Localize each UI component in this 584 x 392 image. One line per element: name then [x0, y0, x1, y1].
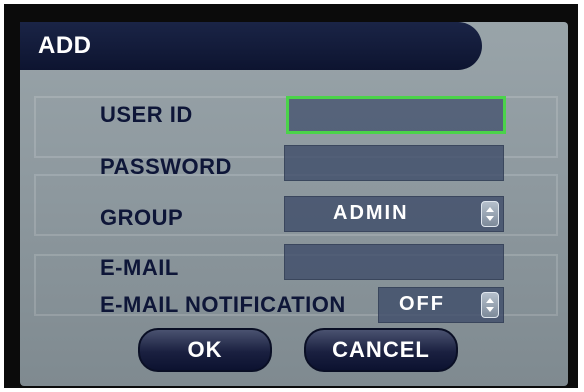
group-value: ADMIN — [333, 202, 409, 224]
email-notification-value: OFF — [399, 293, 445, 315]
dialog-title: ADD — [38, 32, 92, 59]
email-notification-select[interactable]: OFF — [378, 287, 504, 323]
email-label: E-MAIL — [100, 255, 179, 280]
group-label: GROUP — [100, 205, 184, 230]
up-down-spinner-icon[interactable] — [481, 292, 499, 318]
cancel-button[interactable]: CANCEL — [304, 328, 458, 372]
user-id-input[interactable] — [286, 96, 506, 134]
group-select[interactable]: ADMIN — [284, 196, 504, 232]
dialog-frame: ADD USER ID PASSWORD GROUP ADMIN E-MAIL … — [4, 4, 578, 388]
password-input[interactable] — [284, 145, 504, 181]
ok-button[interactable]: OK — [138, 328, 272, 372]
user-id-label: USER ID — [100, 102, 193, 127]
email-input[interactable] — [284, 244, 504, 280]
up-down-spinner-icon[interactable] — [481, 201, 499, 227]
password-label: PASSWORD — [100, 154, 232, 179]
email-notification-label: E-MAIL NOTIFICATION — [100, 292, 346, 317]
